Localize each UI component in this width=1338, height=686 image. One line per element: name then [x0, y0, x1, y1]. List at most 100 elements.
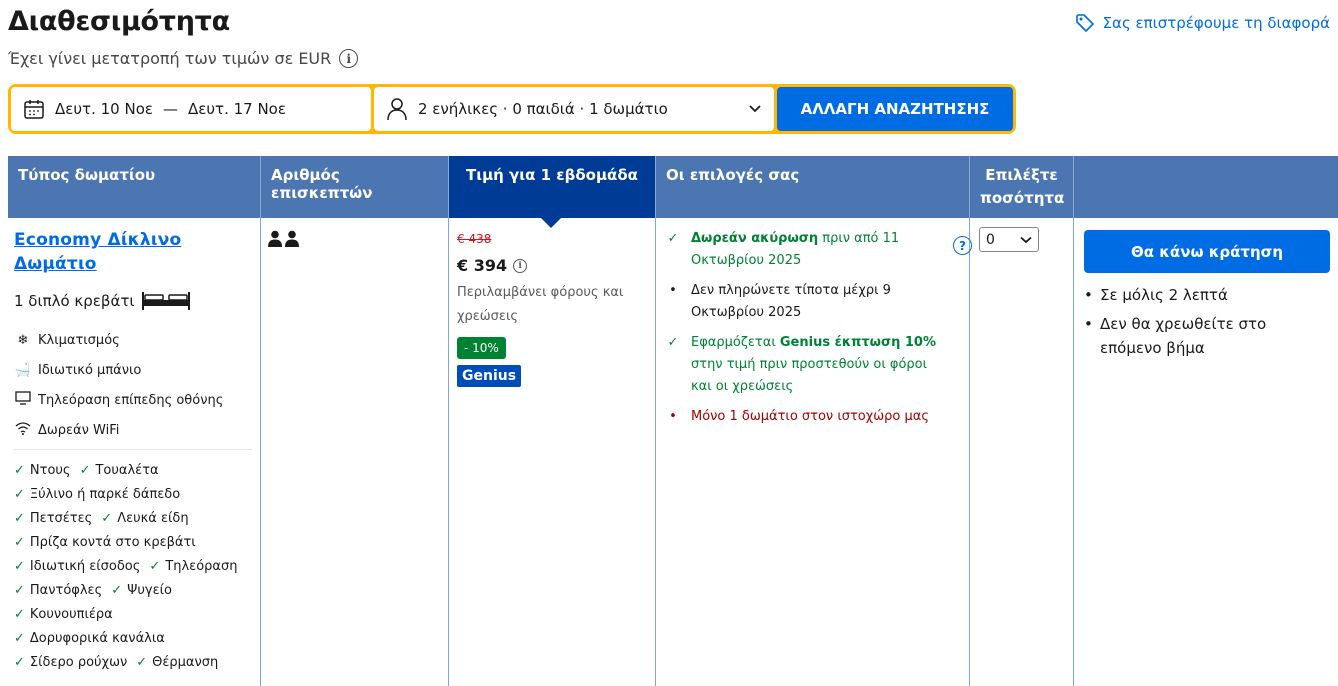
current-price: € 394 i: [457, 256, 647, 275]
options-cell: ? ✓ Δωρεάν ακύρωση πριν από 11 Οκτωβρίου…: [665, 228, 972, 436]
bullet-icon: •: [669, 283, 677, 298]
check-icon: ✓: [101, 510, 113, 526]
genius-bold: Genius έκπτωση 10%: [779, 335, 936, 350]
original-price: € 438: [457, 232, 492, 246]
two-persons-icon: [268, 230, 299, 247]
check-icon: ✓: [14, 486, 25, 502]
check-icon: ✓: [79, 462, 91, 478]
column-divider: [969, 218, 970, 686]
amenity-label: Ξύλινο ή παρκέ δάπεδο: [29, 486, 181, 502]
header-room-type: Τύπος δωματίου: [8, 156, 261, 218]
check-in-date: Δευτ. 10 Νοε: [55, 100, 153, 118]
amenity-label: Κουνουπιέρα: [29, 606, 113, 622]
check-icon: ✓: [111, 582, 123, 598]
tv-icon: [14, 391, 32, 409]
list-item: • Δεν θα χρεωθείτε στο επόμενο βήμα: [1084, 312, 1324, 360]
amenity-label: Σίδερο ρούχων: [29, 654, 128, 670]
list-item: ✓ Κουνουπιέρα: [14, 602, 254, 626]
currency-note-text: Έχει γίνει μετατροπή των τιμών σε EUR: [8, 49, 332, 68]
header-options: Οι επιλογές σας: [656, 156, 970, 218]
chevron-down-icon: [749, 105, 761, 113]
bed-label: 1 διπλό κρεβάτι: [14, 292, 135, 310]
double-bed-icon: [142, 292, 191, 310]
bath-icon: 🛁: [14, 362, 32, 378]
availability-table: Τύπος δωματίου Αριθμός επισκεπτών Τιμή γ…: [8, 156, 1338, 686]
amenity-label: Τουαλέτα: [95, 462, 159, 478]
guests-summary: 2 ενήλικες · 0 παιδιά · 1 δωμάτιο: [418, 100, 668, 118]
check-icon: ✓: [136, 654, 148, 670]
check-icon: ✓: [14, 654, 25, 670]
amenity-label: Τηλεόραση: [165, 558, 238, 574]
only-one-text: Μόνο 1 δωμάτιο στον ιστοχώρο μας: [691, 409, 929, 424]
page-title: Διαθεσιμότητα: [8, 6, 230, 37]
option-only-one-room: • Μόνο 1 δωμάτιο στον ιστοχώρο μας: [665, 406, 965, 428]
list-item: ✓ Ιδιωτική είσοδος ✓ Τηλεόραση: [14, 554, 254, 578]
facility-air-conditioning: ❄ Κλιματισμός: [14, 325, 254, 355]
amenity-label: Θέρμανση: [152, 654, 219, 670]
bed-info: 1 διπλό κρεβάτι: [14, 291, 254, 311]
check-icon: ✓: [667, 335, 679, 350]
snowflake-icon: ❄: [17, 332, 29, 348]
bullet-icon: •: [669, 409, 677, 424]
list-item: ✓ Δορυφορικά κανάλια: [14, 626, 254, 650]
genius-badge: Genius: [457, 365, 522, 387]
list-item: ✓ Ξύλινο ή παρκέ δάπεδο: [14, 482, 254, 506]
guests-selector[interactable]: 2 ενήλικες · 0 παιδιά · 1 δωμάτιο: [374, 87, 774, 131]
amenity-label: Ιδιωτική είσοδος: [29, 558, 141, 574]
facility-flat-tv: Τηλεόραση επίπεδης οθόνης: [14, 385, 254, 415]
calendar-icon: [24, 100, 44, 119]
info-icon[interactable]: i: [339, 49, 359, 68]
price-match-link[interactable]: Σας επιστρέφουμε τη διαφορά: [1075, 13, 1330, 33]
check-icon: ✓: [149, 558, 161, 574]
free-cancel-bold: Δωρεάν ακύρωση: [691, 231, 819, 246]
check-icon: ✓: [667, 231, 679, 246]
option-free-cancellation: ✓ Δωρεάν ακύρωση πριν από 11 Οκτωβρίου 2…: [665, 228, 965, 272]
facility-wifi: Δωρεάν WiFi: [14, 415, 254, 445]
quantity-select[interactable]: 0: [979, 227, 1039, 252]
reserve-cell: Θα κάνω κράτηση • Σε μόλις 2 λεπτά • Δεν θ…: [1084, 230, 1334, 360]
column-divider: [655, 218, 656, 686]
list-item: ✓ Ντους ✓ Τουαλέτα: [14, 458, 254, 482]
option-genius-discount: ✓ Εφαρμόζεται Genius έκπτωση 10% στην τι…: [665, 332, 965, 398]
person-icon: [387, 98, 407, 121]
tag-icon: [1075, 14, 1094, 32]
amenity-label: Παντόφλες: [29, 582, 103, 598]
facility-label: Τηλεόραση επίπεδης οθόνης: [38, 392, 224, 408]
amenity-label: Δορυφορικά κανάλια: [29, 630, 165, 646]
date-picker[interactable]: Δευτ. 10 Νοε — Δευτ. 17 Νοε: [11, 87, 371, 131]
list-item: • Σε μόλις 2 λεπτά: [1084, 283, 1324, 307]
change-search-button[interactable]: ΑΛΛΑΓΗ ΑΝΑΖΗΤΗΣΗΣ: [777, 87, 1013, 131]
date-separator: —: [162, 100, 178, 118]
list-item: ✓ Σίδερο ρούχων ✓ Θέρμανση: [14, 650, 254, 674]
check-out-date: Δευτ. 17 Νοε: [187, 100, 286, 118]
active-header-arrow: [541, 218, 561, 228]
facility-label: Δωρεάν WiFi: [38, 422, 120, 438]
check-icon: ✓: [14, 558, 25, 574]
list-item: ✓ Πρίζα κοντά στο κρεβάτι: [14, 530, 254, 554]
header-price: Τιμή για 1 εβδομάδα: [449, 156, 656, 218]
room-name-link[interactable]: Economy Δίκλινο Δωμάτιο: [14, 228, 254, 276]
price-cell: € 438 € 394 i Περιλαμβάνει φόρους και χρε…: [457, 232, 647, 387]
amenity-label: Πρίζα κοντά στο κρεβάτι: [29, 534, 196, 550]
genius-prefix: Εφαρμόζεται: [691, 335, 780, 350]
wifi-icon: [14, 421, 32, 439]
amenity-label: Λευκά είδη: [117, 510, 189, 526]
table-header: Τύπος δωματίου Αριθμός επισκεπτών Τιμή γ…: [8, 156, 1338, 218]
reserve-button[interactable]: Θα κάνω κράτηση: [1084, 230, 1330, 273]
help-icon[interactable]: ?: [953, 236, 972, 255]
price-info-icon[interactable]: i: [513, 258, 528, 273]
header-quantity: Επιλέξτε ποσότητα: [970, 156, 1074, 218]
chevron-down-icon: [1020, 236, 1032, 243]
quantity-cell: 0: [979, 227, 1039, 252]
bullet-icon: •: [1084, 286, 1093, 304]
pay-later-text: Δεν πληρώνετε τίποτα μέχρι 9 Οκτωβρίου 2…: [691, 283, 891, 320]
amenities-divider: [14, 449, 252, 450]
guests-cell: [268, 230, 300, 252]
column-divider: [448, 218, 449, 686]
column-divider: [260, 218, 261, 686]
check-icon: ✓: [14, 606, 25, 622]
reserve-note: Δεν θα χρεωθείτε στο επόμενο βήμα: [1100, 315, 1267, 357]
amenity-label: Ψυγείο: [127, 582, 172, 598]
option-pay-later: • Δεν πληρώνετε τίποτα μέχρι 9 Οκτωβρίου…: [665, 280, 965, 324]
amenities-list: ✓ Ντους ✓ Τουαλέτα ✓ Ξύλινο ή παρκέ δάπεδο ✓…: [14, 458, 254, 674]
